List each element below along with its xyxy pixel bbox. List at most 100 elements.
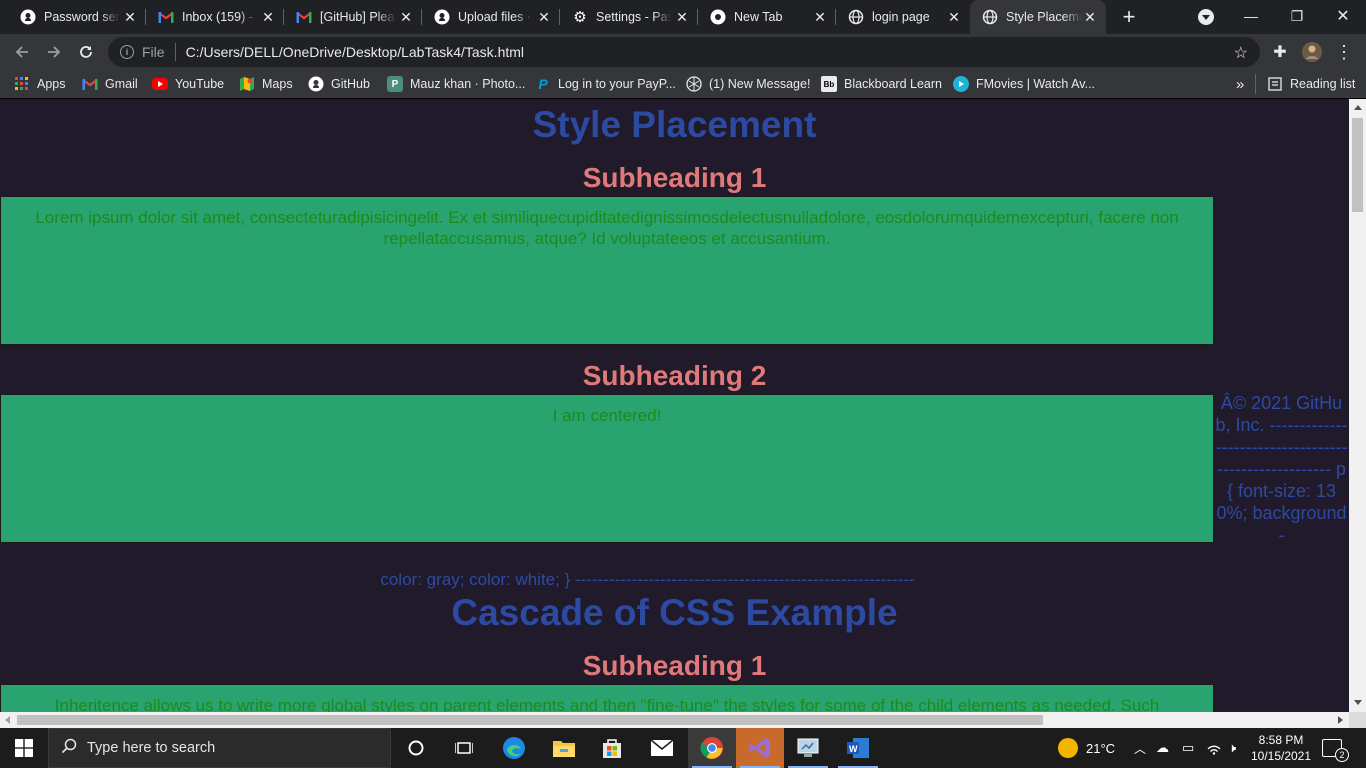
subheading-1: Subheading 1: [582, 162, 767, 193]
bookmark-paypal[interactable]: P Log in to your PayP...: [535, 74, 676, 94]
tab-title: Settings - Pass: [596, 10, 672, 24]
play-icon: [953, 76, 969, 92]
tab-password-sent[interactable]: Password sent ✕: [8, 0, 146, 34]
windows-taskbar: Type here to search W 21°C ︿ ☁ ▭ 🕨 8:58 …: [0, 728, 1366, 768]
file-explorer-icon[interactable]: [540, 728, 588, 768]
horizontal-scrollbar[interactable]: [0, 712, 1349, 728]
gmail-icon: [158, 9, 174, 25]
close-icon[interactable]: ✕: [122, 9, 138, 25]
microsoft-store-icon[interactable]: [588, 728, 636, 768]
paragraph-3-text: Inheritence allows us to write more glob…: [54, 696, 1160, 712]
tab-github-please[interactable]: [GitHub] Please ✕: [284, 0, 422, 34]
clock[interactable]: 8:58 PM 10/15/2021: [1248, 728, 1314, 768]
taskbar-search[interactable]: Type here to search: [48, 728, 391, 768]
bookmarks-bar: Apps Gmail YouTube Maps GitHub P Mauz kh…: [0, 70, 1366, 98]
close-icon[interactable]: ✕: [946, 9, 962, 25]
photo-icon: P: [387, 76, 403, 92]
paragraph-2-text: I am centered!: [552, 406, 662, 425]
github-icon: [20, 9, 36, 25]
page-viewport: Style Placement Subheading 1 Lorem ipsum…: [0, 99, 1349, 712]
scroll-up-icon[interactable]: [1354, 105, 1362, 110]
weather-widget[interactable]: 21°C: [1058, 728, 1115, 768]
visual-studio-icon[interactable]: [736, 728, 784, 768]
tab-login-page[interactable]: login page ✕: [836, 0, 970, 34]
bookmark-gmail[interactable]: Gmail: [82, 74, 138, 94]
bookmark-github[interactable]: GitHub: [308, 74, 370, 94]
tab-settings[interactable]: ⚙ Settings - Pass ✕: [560, 0, 698, 34]
tab-search-icon[interactable]: [1198, 9, 1214, 25]
scroll-down-icon[interactable]: [1354, 700, 1362, 705]
bookmark-apps[interactable]: Apps: [14, 74, 66, 94]
cortana-icon[interactable]: [392, 728, 440, 768]
notification-center-button[interactable]: 2: [1322, 728, 1349, 768]
restore-button[interactable]: ❐: [1274, 0, 1320, 32]
bookmark-new-message[interactable]: (1) New Message!: [686, 74, 810, 94]
bookmark-label: Apps: [37, 77, 66, 91]
url-text[interactable]: C:/Users/DELL/OneDrive/Desktop/LabTask4/…: [186, 44, 524, 60]
page-title: Style Placement: [532, 104, 817, 145]
start-button[interactable]: [0, 728, 48, 768]
reload-icon[interactable]: [74, 40, 98, 64]
bookmark-star-icon[interactable]: ☆: [1234, 43, 1248, 63]
tab-title: [GitHub] Please: [320, 10, 396, 24]
vertical-scrollbar[interactable]: [1349, 99, 1366, 712]
close-window-button[interactable]: ✕: [1320, 0, 1366, 32]
remote-desktop-icon[interactable]: [784, 728, 832, 768]
new-tab-button[interactable]: +: [1117, 4, 1141, 29]
wifi-icon[interactable]: [1206, 728, 1222, 768]
close-icon[interactable]: ✕: [536, 9, 552, 25]
address-bar[interactable]: i File C:/Users/DELL/OneDrive/Desktop/La…: [108, 37, 1260, 67]
volume-icon[interactable]: 🕨: [1228, 728, 1236, 768]
bookmark-label: YouTube: [175, 77, 225, 91]
scroll-right-icon[interactable]: [1338, 716, 1343, 724]
word-icon[interactable]: W: [834, 728, 882, 768]
windows-logo-icon: [15, 739, 33, 757]
mail-icon[interactable]: [638, 728, 686, 768]
bookmark-label: Maps: [262, 77, 293, 91]
minimize-button[interactable]: —: [1228, 0, 1274, 32]
battery-icon[interactable]: ▭: [1182, 728, 1194, 768]
tab-upload-files[interactable]: Upload files · ✕: [422, 0, 560, 34]
tab-style-placement[interactable]: Style Placeme ✕: [970, 0, 1106, 34]
vertical-scroll-thumb[interactable]: [1352, 118, 1363, 212]
reading-list-button[interactable]: Reading list: [1267, 74, 1355, 94]
forward-icon[interactable]: [42, 40, 66, 64]
bookmark-mauz-khan[interactable]: P Mauz khan · Photo...: [387, 74, 525, 94]
weather-temp: 21°C: [1086, 740, 1116, 756]
bookmark-blackboard[interactable]: Bb Blackboard Learn: [821, 74, 942, 94]
menu-kebab-icon[interactable]: ⋮: [1332, 40, 1356, 64]
tab-new-tab[interactable]: New Tab ✕: [698, 0, 836, 34]
info-icon[interactable]: i: [120, 45, 134, 59]
tab-inbox[interactable]: Inbox (159) - m ✕: [146, 0, 284, 34]
bookmark-label: FMovies | Watch Av...: [976, 77, 1096, 91]
back-icon[interactable]: [10, 40, 34, 64]
edge-icon[interactable]: [490, 728, 538, 768]
task-view-icon[interactable]: [440, 728, 488, 768]
close-icon[interactable]: ✕: [398, 9, 414, 25]
tray-chevron-up-icon[interactable]: ︿: [1134, 728, 1146, 768]
gmail-icon: [82, 76, 98, 92]
bookmark-youtube[interactable]: YouTube: [152, 74, 224, 94]
close-icon[interactable]: ✕: [674, 9, 690, 25]
scroll-left-icon[interactable]: [5, 716, 10, 724]
youtube-icon: [152, 78, 168, 90]
bookmark-maps[interactable]: Maps: [239, 74, 293, 94]
bookmarks-overflow-button[interactable]: »: [1236, 74, 1244, 94]
extensions-icon[interactable]: ✚: [1268, 40, 1292, 64]
avatar[interactable]: [1300, 40, 1324, 64]
clock-time: 8:58 PM: [1258, 733, 1304, 747]
horizontal-scroll-thumb[interactable]: [17, 715, 1043, 725]
gmail-icon: [296, 9, 312, 25]
close-icon[interactable]: ✕: [260, 9, 276, 25]
close-icon[interactable]: ✕: [1082, 9, 1098, 25]
tab-title: Upload files ·: [458, 10, 531, 24]
chrome-taskbar-icon[interactable]: [688, 728, 736, 768]
onedrive-icon[interactable]: ☁: [1156, 728, 1169, 768]
notification-icon: 2: [1322, 739, 1349, 762]
tab-title: Style Placeme: [1006, 10, 1082, 24]
bookmark-fmovies[interactable]: FMovies | Watch Av...: [953, 74, 1095, 94]
close-icon[interactable]: ✕: [812, 9, 828, 25]
subheading-3: Subheading 1: [582, 650, 767, 681]
tab-title: Password sent: [44, 10, 120, 24]
paragraph-box-2: I am centered!: [0, 394, 1214, 543]
